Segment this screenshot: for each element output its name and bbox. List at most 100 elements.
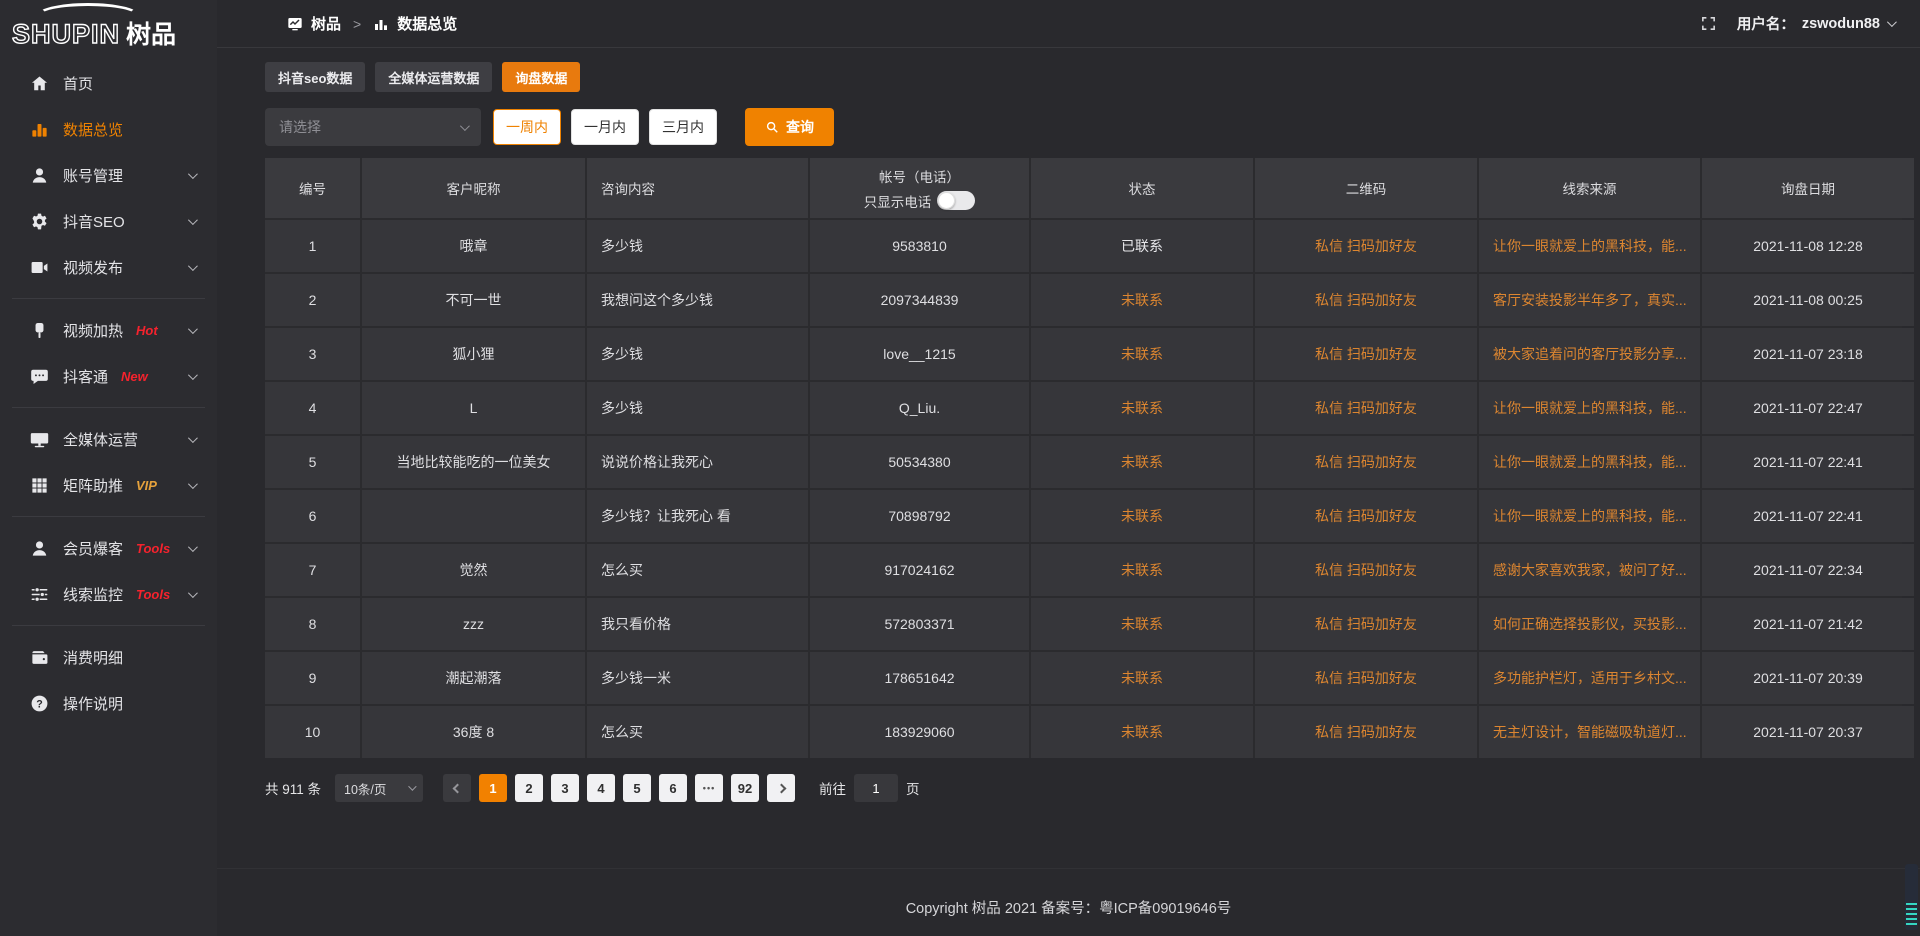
fullscreen-icon[interactable] bbox=[1700, 15, 1717, 32]
cell-qrcode[interactable]: 私信 扫码加好友 bbox=[1255, 544, 1477, 596]
range-button-one-month[interactable]: 一月内 bbox=[571, 109, 639, 145]
cell-source[interactable]: 如何正确选择投影仪，买投影... bbox=[1479, 598, 1700, 650]
cell-source[interactable]: 让你一眼就爱上的黑科技，能... bbox=[1479, 382, 1700, 434]
heat-icon bbox=[30, 321, 49, 340]
cell-status: 未联系 bbox=[1031, 652, 1253, 704]
sliders-icon bbox=[30, 585, 49, 604]
cell-source[interactable]: 客厅安装投影半年多了，真实... bbox=[1479, 274, 1700, 326]
cell-qrcode[interactable]: 私信 扫码加好友 bbox=[1255, 706, 1477, 758]
sidebar-item-omni-media-operation[interactable]: 全媒体运营 bbox=[0, 416, 217, 462]
sidebar-item-label: 抖客通 bbox=[63, 366, 108, 387]
page-button-2[interactable]: 2 bbox=[515, 774, 543, 802]
user-menu[interactable]: 用户名：zswodun88 bbox=[1737, 13, 1894, 34]
page-button-6[interactable]: 6 bbox=[659, 774, 687, 802]
tab-omni-media-data[interactable]: 全媒体运营数据 bbox=[375, 62, 492, 92]
goto-page-input[interactable] bbox=[854, 774, 898, 802]
page-button-4[interactable]: 4 bbox=[587, 774, 615, 802]
cell-status: 已联系 bbox=[1031, 220, 1253, 272]
sidebar-item-member-baoke[interactable]: 会员爆客Tools bbox=[0, 525, 217, 571]
sidebar-item-douyin-seo[interactable]: 抖音SEO bbox=[0, 198, 217, 244]
cell-source[interactable]: 被大家追着问的客厅投影分享... bbox=[1479, 328, 1700, 380]
page-button-3[interactable]: 3 bbox=[551, 774, 579, 802]
page-button-92[interactable]: 92 bbox=[731, 774, 759, 802]
sidebar-item-consumption-detail[interactable]: 消费明细 bbox=[0, 634, 217, 680]
cell-qrcode[interactable]: 私信 扫码加好友 bbox=[1255, 598, 1477, 650]
range-button-one-week[interactable]: 一周内 bbox=[493, 109, 561, 145]
sidebar-item-label: 数据总览 bbox=[63, 119, 123, 140]
sidebar-item-video-heat[interactable]: 视频加热Hot bbox=[0, 307, 217, 353]
cell-source[interactable]: 让你一眼就爱上的黑科技，能... bbox=[1479, 490, 1700, 542]
sidebar-item-lead-monitor[interactable]: 线索监控Tools bbox=[0, 571, 217, 617]
cell-id: 2 bbox=[265, 274, 360, 326]
prev-page-button[interactable] bbox=[443, 774, 471, 802]
cell-status: 未联系 bbox=[1031, 598, 1253, 650]
floating-widget[interactable] bbox=[1905, 864, 1918, 930]
cell-qrcode[interactable]: 私信 扫码加好友 bbox=[1255, 490, 1477, 542]
account-select-placeholder: 请选择 bbox=[279, 117, 321, 137]
chevron-down-icon bbox=[188, 433, 198, 443]
filter-bar: 请选择 一周内一月内三月内 查询 bbox=[265, 108, 1902, 146]
video-icon bbox=[30, 258, 49, 277]
page-button-1[interactable]: 1 bbox=[479, 774, 507, 802]
sidebar-item-badge: VIP bbox=[136, 478, 157, 493]
cell-date: 2021-11-07 20:39 bbox=[1702, 652, 1914, 704]
sidebar-item-label: 抖音SEO bbox=[63, 211, 125, 232]
sidebar-item-label: 视频加热 bbox=[63, 320, 123, 341]
cell-date: 2021-11-07 22:41 bbox=[1702, 490, 1914, 542]
next-page-button[interactable] bbox=[767, 774, 795, 802]
sidebar-item-label: 消费明细 bbox=[63, 647, 123, 668]
sidebar: SHUPIN 树品 首页数据总览账号管理抖音SEO视频发布视频加热Hot抖客通N… bbox=[0, 0, 217, 936]
range-button-three-months[interactable]: 三月内 bbox=[649, 109, 717, 145]
sidebar-item-operation-guide[interactable]: ?操作说明 bbox=[0, 680, 217, 726]
sidebar-item-account-management[interactable]: 账号管理 bbox=[0, 152, 217, 198]
logo-text-cn: 树品 bbox=[126, 23, 176, 48]
cell-qrcode[interactable]: 私信 扫码加好友 bbox=[1255, 382, 1477, 434]
tab-inquiry-data[interactable]: 询盘数据 bbox=[502, 62, 580, 92]
sidebar-item-data-overview[interactable]: 数据总览 bbox=[0, 106, 217, 152]
grid-icon bbox=[30, 476, 49, 495]
sidebar-item-label: 会员爆客 bbox=[63, 538, 123, 559]
wallet-icon bbox=[30, 648, 49, 667]
cell-nickname: 潮起潮落 bbox=[362, 652, 585, 704]
user-icon bbox=[30, 166, 49, 185]
sidebar-divider bbox=[12, 625, 205, 626]
sidebar-item-douketong[interactable]: 抖客通New bbox=[0, 353, 217, 399]
cell-qrcode[interactable]: 私信 扫码加好友 bbox=[1255, 652, 1477, 704]
column-header-1: 客户昵称 bbox=[362, 158, 585, 218]
page-size-select[interactable]: 10条/页 bbox=[335, 774, 423, 802]
cell-status: 未联系 bbox=[1031, 382, 1253, 434]
sidebar-item-matrix-boost[interactable]: 矩阵助推VIP bbox=[0, 462, 217, 508]
phone-only-toggle[interactable] bbox=[937, 191, 975, 210]
page-ellipsis-button[interactable]: ••• bbox=[695, 774, 723, 802]
column-header-0: 编号 bbox=[265, 158, 360, 218]
cell-content: 我只看价格 bbox=[587, 598, 808, 650]
gear-icon bbox=[30, 212, 49, 231]
cell-source[interactable]: 无主灯设计，智能磁吸轨道灯... bbox=[1479, 706, 1700, 758]
sidebar-item-video-publish[interactable]: 视频发布 bbox=[0, 244, 217, 290]
app-root: SHUPIN 树品 首页数据总览账号管理抖音SEO视频发布视频加热Hot抖客通N… bbox=[0, 0, 1920, 936]
cell-qrcode[interactable]: 私信 扫码加好友 bbox=[1255, 274, 1477, 326]
column-header-6: 线索来源 bbox=[1479, 158, 1700, 218]
search-button[interactable]: 查询 bbox=[745, 108, 834, 146]
cell-source[interactable]: 让你一眼就爱上的黑科技，能... bbox=[1479, 220, 1700, 272]
cell-source[interactable]: 让你一眼就爱上的黑科技，能... bbox=[1479, 436, 1700, 488]
breadcrumb-root[interactable]: 树品 bbox=[311, 13, 341, 34]
tab-douyin-seo-data[interactable]: 抖音seo数据 bbox=[265, 62, 365, 92]
breadcrumb-separator: > bbox=[353, 16, 361, 32]
page-button-5[interactable]: 5 bbox=[623, 774, 651, 802]
cell-source[interactable]: 多功能护栏灯，适用于乡村文... bbox=[1479, 652, 1700, 704]
account-select[interactable]: 请选择 bbox=[265, 108, 481, 146]
monitor-icon bbox=[30, 430, 49, 449]
cell-qrcode[interactable]: 私信 扫码加好友 bbox=[1255, 328, 1477, 380]
cell-qrcode[interactable]: 私信 扫码加好友 bbox=[1255, 436, 1477, 488]
cell-id: 5 bbox=[265, 436, 360, 488]
cell-nickname: 不可一世 bbox=[362, 274, 585, 326]
cell-source[interactable]: 感谢大家喜欢我家，被问了好... bbox=[1479, 544, 1700, 596]
cell-id: 8 bbox=[265, 598, 360, 650]
cell-qrcode[interactable]: 私信 扫码加好友 bbox=[1255, 220, 1477, 272]
goto-page: 前往 页 bbox=[819, 774, 920, 802]
pagination: 共 911 条 10条/页 123456•••92 前往 页 bbox=[265, 774, 1902, 802]
username-value: zswodun88 bbox=[1802, 16, 1880, 32]
cell-status: 未联系 bbox=[1031, 490, 1253, 542]
sidebar-item-home[interactable]: 首页 bbox=[0, 60, 217, 106]
